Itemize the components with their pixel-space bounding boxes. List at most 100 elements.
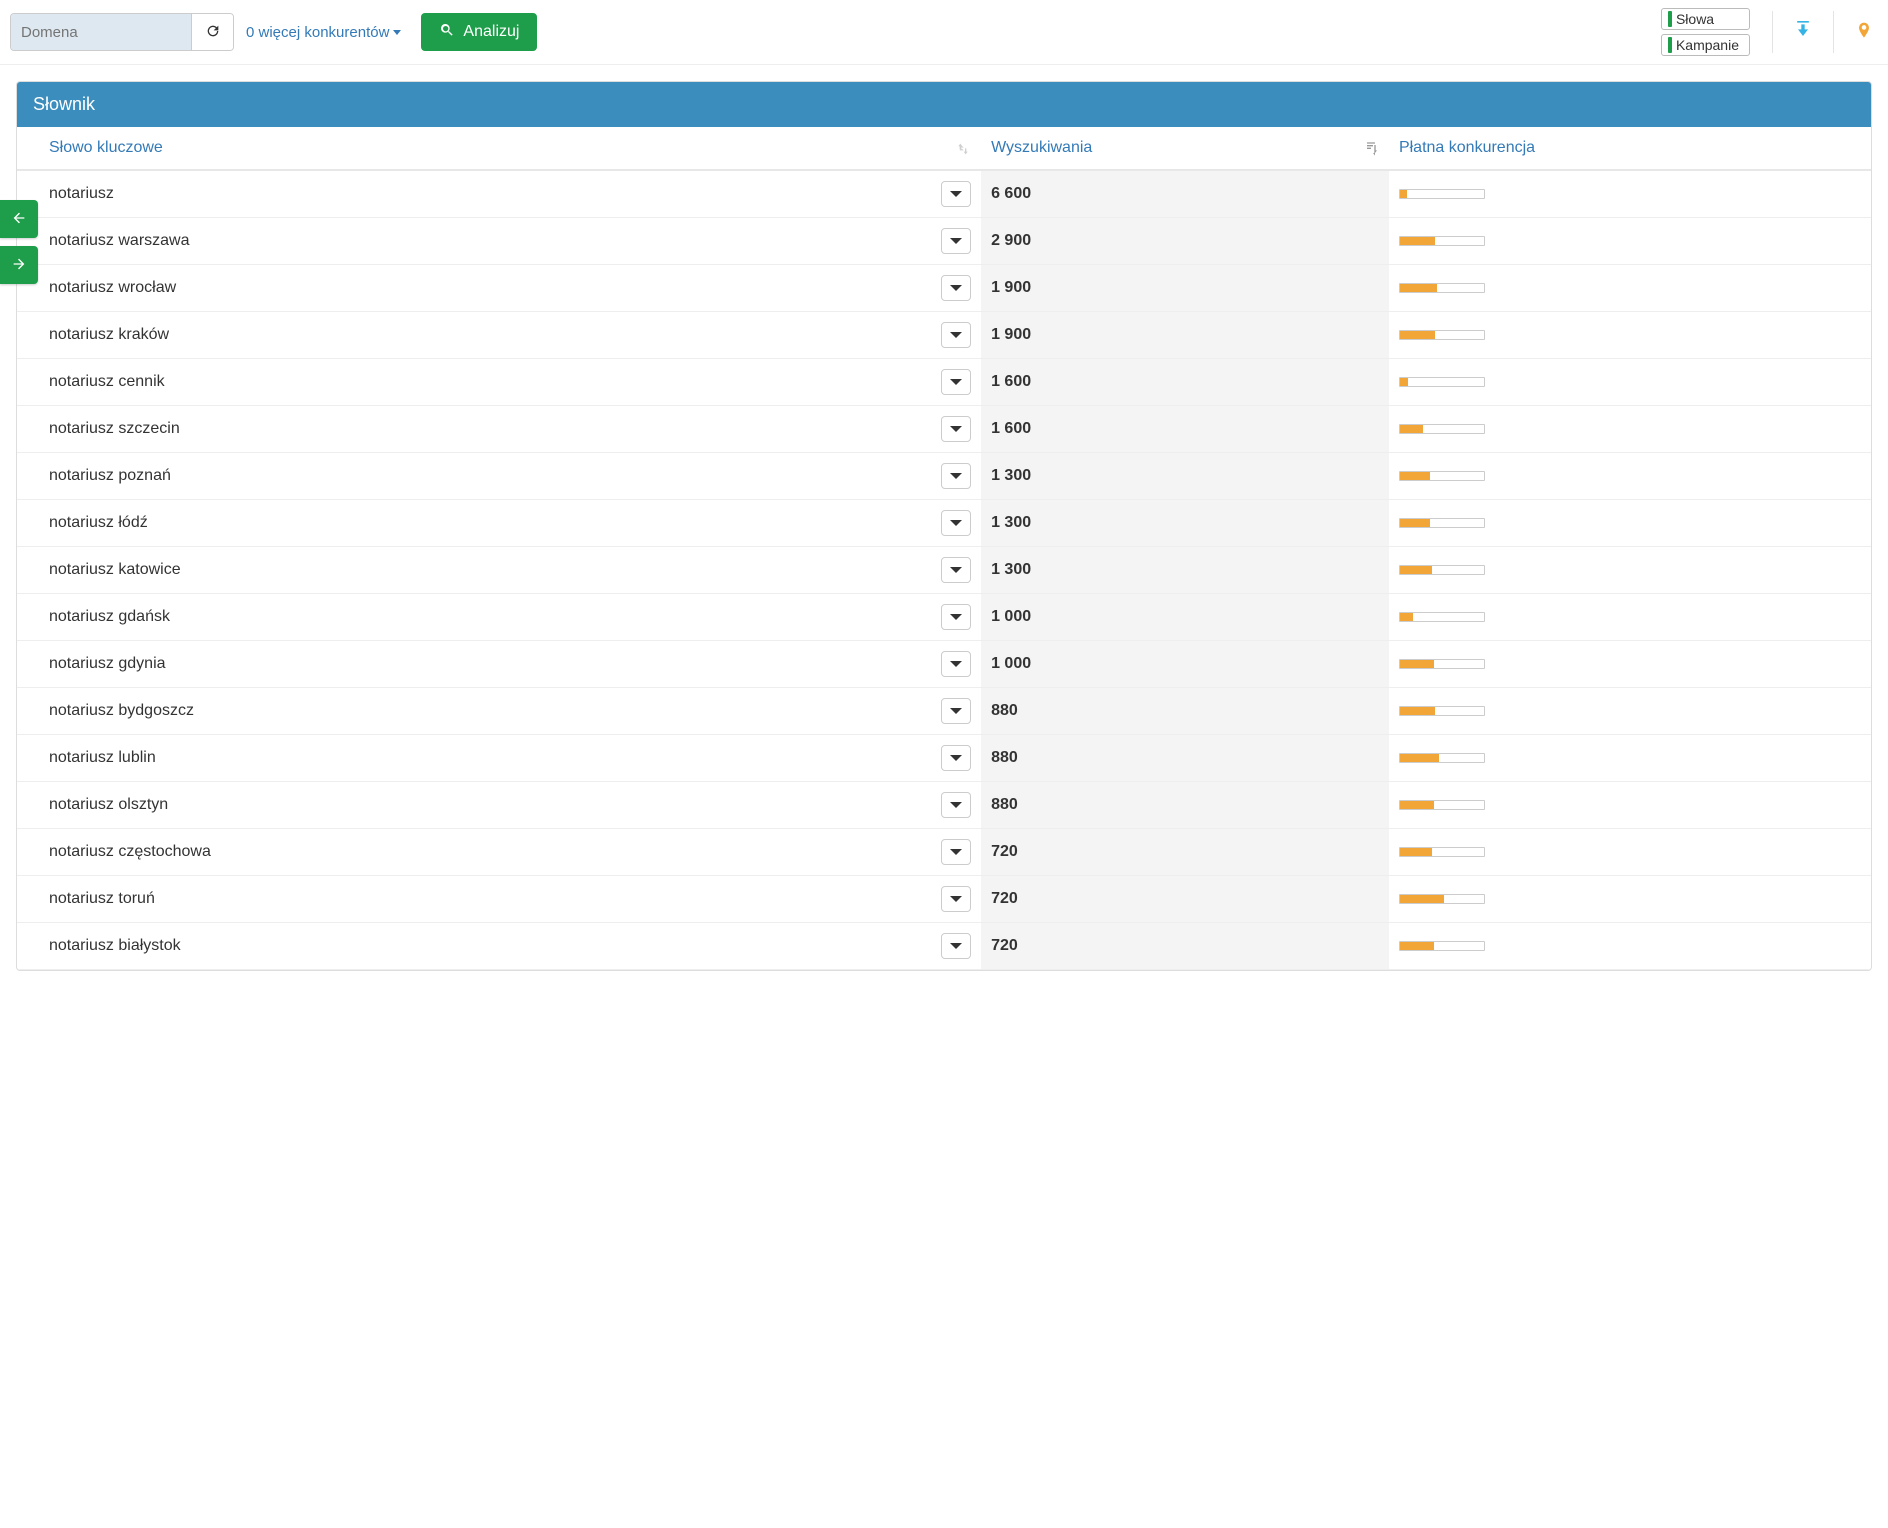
searches-cell: 720	[981, 829, 1389, 876]
row-actions-dropdown[interactable]	[941, 745, 971, 771]
competition-bar	[1399, 377, 1485, 387]
table-row: notariusz wrocław1 900	[17, 265, 1871, 312]
pill-words[interactable]: Słowa	[1661, 8, 1750, 30]
row-actions-dropdown[interactable]	[941, 792, 971, 818]
competition-cell	[1389, 641, 1871, 688]
row-actions-dropdown[interactable]	[941, 181, 971, 207]
competition-bar	[1399, 518, 1485, 528]
chevron-down-icon	[950, 379, 962, 385]
competition-bar	[1399, 565, 1485, 575]
row-actions-dropdown[interactable]	[941, 839, 971, 865]
accent-bar-icon	[1668, 37, 1672, 53]
competition-fill	[1400, 801, 1434, 809]
competition-cell	[1389, 312, 1871, 359]
keyword-cell: notariusz toruń	[17, 876, 981, 923]
keyword-cell: notariusz białystok	[17, 923, 981, 970]
competition-fill	[1400, 566, 1432, 574]
row-actions-dropdown[interactable]	[941, 510, 971, 536]
competition-bar	[1399, 847, 1485, 857]
row-actions-dropdown[interactable]	[941, 463, 971, 489]
chevron-down-icon	[950, 332, 962, 338]
row-actions-dropdown[interactable]	[941, 698, 971, 724]
table-row: notariusz łódź1 300	[17, 500, 1871, 547]
side-tab-next[interactable]	[0, 246, 38, 284]
competition-fill	[1400, 942, 1434, 950]
row-actions-dropdown[interactable]	[941, 416, 971, 442]
download-button[interactable]	[1789, 17, 1817, 48]
keyword-text: notariusz białystok	[49, 937, 181, 955]
competition-fill	[1400, 331, 1435, 339]
table-row: notariusz6 600	[17, 170, 1871, 218]
row-actions-dropdown[interactable]	[941, 933, 971, 959]
chevron-down-icon	[950, 943, 962, 949]
row-actions-dropdown[interactable]	[941, 651, 971, 677]
competition-fill	[1400, 707, 1435, 715]
row-actions-dropdown[interactable]	[941, 604, 971, 630]
table-row: notariusz warszawa2 900	[17, 218, 1871, 265]
download-icon	[1793, 28, 1813, 44]
keyword-cell: notariusz kraków	[17, 312, 981, 359]
competition-bar	[1399, 894, 1485, 904]
searches-cell: 1 900	[981, 265, 1389, 312]
pill-campaigns[interactable]: Kampanie	[1661, 34, 1750, 56]
competition-cell	[1389, 782, 1871, 829]
competitors-dropdown[interactable]: 0 więcej konkurentów	[242, 18, 405, 47]
keyword-cell: notariusz częstochowa	[17, 829, 981, 876]
keyword-text: notariusz szczecin	[49, 420, 180, 438]
keyword-text: notariusz toruń	[49, 890, 155, 908]
table-row: notariusz gdańsk1 000	[17, 594, 1871, 641]
chevron-down-icon	[950, 238, 962, 244]
panel-title: Słownik	[17, 82, 1871, 127]
arrow-left-icon	[11, 210, 27, 229]
column-competition-label: Płatna konkurencja	[1399, 139, 1535, 156]
searches-cell: 6 600	[981, 170, 1389, 218]
row-actions-dropdown[interactable]	[941, 228, 971, 254]
row-actions-dropdown[interactable]	[941, 369, 971, 395]
column-header-keyword[interactable]: Słowo kluczowe	[17, 127, 981, 170]
domain-input[interactable]	[11, 14, 191, 50]
keyword-text: notariusz gdynia	[49, 655, 166, 673]
competition-bar	[1399, 706, 1485, 716]
keyword-text: notariusz warszawa	[49, 232, 190, 250]
divider	[1833, 11, 1834, 53]
chevron-down-icon	[950, 426, 962, 432]
column-header-searches[interactable]: Wyszukiwania	[981, 127, 1389, 170]
table-row: notariusz bydgoszcz880	[17, 688, 1871, 735]
competition-cell	[1389, 406, 1871, 453]
searches-cell: 1 600	[981, 359, 1389, 406]
keyword-cell: notariusz łódź	[17, 500, 981, 547]
side-tab-prev[interactable]	[0, 200, 38, 238]
competition-bar	[1399, 612, 1485, 622]
row-actions-dropdown[interactable]	[941, 886, 971, 912]
keyword-cell: notariusz olsztyn	[17, 782, 981, 829]
searches-cell: 1 600	[981, 406, 1389, 453]
searches-cell: 1 000	[981, 641, 1389, 688]
competition-bar	[1399, 659, 1485, 669]
competition-fill	[1400, 895, 1444, 903]
competition-fill	[1400, 190, 1407, 198]
table-row: notariusz kraków1 900	[17, 312, 1871, 359]
keywords-table: Słowo kluczowe Wyszukiwania Płatna konku…	[17, 127, 1871, 970]
row-actions-dropdown[interactable]	[941, 322, 971, 348]
location-button[interactable]	[1850, 16, 1878, 49]
keyword-text: notariusz bydgoszcz	[49, 702, 194, 720]
keyword-cell: notariusz katowice	[17, 547, 981, 594]
location-pin-icon	[1854, 29, 1874, 45]
competition-cell	[1389, 500, 1871, 547]
competition-fill	[1400, 519, 1430, 527]
chevron-down-icon	[950, 567, 962, 573]
row-actions-dropdown[interactable]	[941, 557, 971, 583]
divider	[1772, 11, 1773, 53]
table-row: notariusz poznań1 300	[17, 453, 1871, 500]
analyze-button[interactable]: Analizuj	[421, 13, 537, 51]
row-actions-dropdown[interactable]	[941, 275, 971, 301]
searches-cell: 720	[981, 923, 1389, 970]
keyword-cell: notariusz gdańsk	[17, 594, 981, 641]
keyword-text: notariusz łódź	[49, 514, 148, 532]
column-header-competition[interactable]: Płatna konkurencja	[1389, 127, 1871, 170]
refresh-button[interactable]	[191, 14, 233, 50]
competitors-label: 0 więcej konkurentów	[246, 24, 389, 41]
searches-cell: 1 300	[981, 547, 1389, 594]
table-row: notariusz białystok 720	[17, 923, 1871, 970]
toolbar: 0 więcej konkurentów Analizuj Słowa Kamp…	[0, 0, 1888, 65]
